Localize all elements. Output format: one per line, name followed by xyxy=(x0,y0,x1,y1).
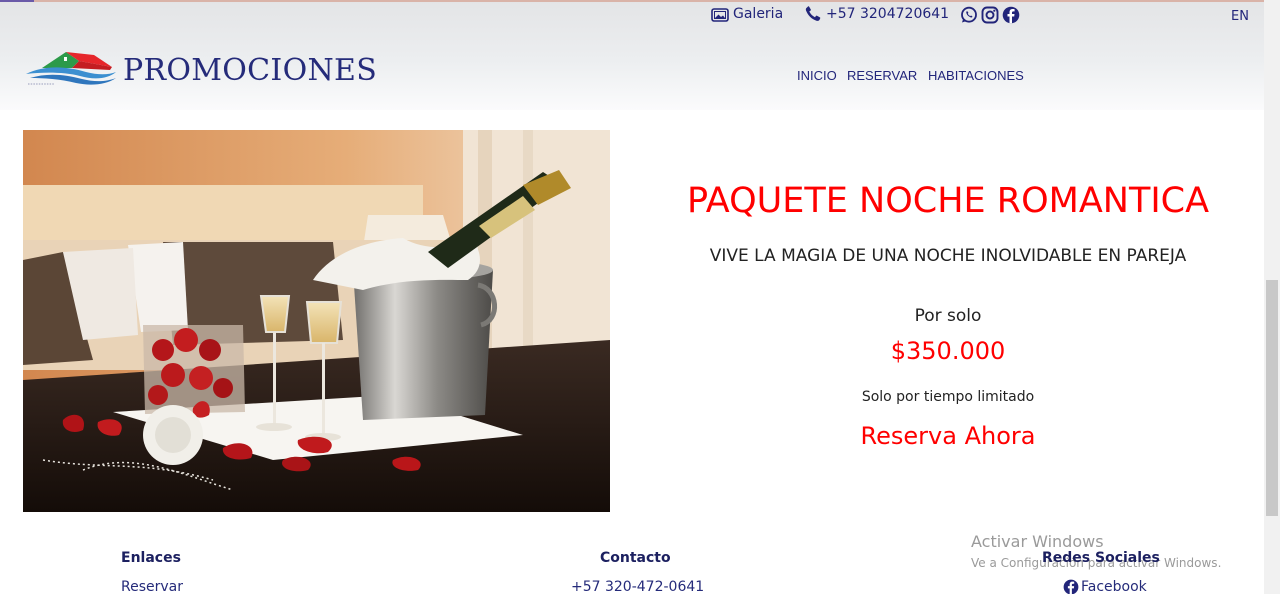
brand-name[interactable]: PROMOCIONES xyxy=(123,53,377,88)
site-header: Galeria +57 3204720641 EN PROMOCIONES IN… xyxy=(0,0,1264,110)
nav-reservar[interactable]: RESERVAR xyxy=(847,68,917,83)
promociones-logo-icon[interactable] xyxy=(24,48,118,88)
promo-title: PAQUETE NOCHE ROMANTICA xyxy=(686,181,1210,221)
phone-link[interactable]: +57 3204720641 xyxy=(804,6,949,22)
footer-facebook-label: Facebook xyxy=(1081,579,1147,594)
scrollbar-thumb[interactable] xyxy=(1266,280,1278,516)
nav-inicio[interactable]: INICIO xyxy=(797,68,837,83)
limited-time-note: Solo por tiempo limitado xyxy=(861,389,1035,405)
facebook-icon xyxy=(1063,579,1079,594)
footer-link-reservar[interactable]: Reservar xyxy=(121,579,183,594)
page-scrollbar[interactable] xyxy=(1264,0,1280,594)
whatsapp-icon[interactable] xyxy=(960,6,978,24)
phone-icon xyxy=(805,6,821,21)
top-border xyxy=(0,0,1264,2)
promo-subtitle: VIVE LA MAGIA DE UNA NOCHE INOLVIDABLE E… xyxy=(709,246,1187,266)
footer-contact-phone[interactable]: +57 320-472-0641 xyxy=(571,579,704,594)
gallery-label: Galeria xyxy=(733,6,784,22)
footer-social-heading: Redes Sociales xyxy=(1042,550,1160,566)
price-prefix: Por solo xyxy=(914,306,982,326)
nav-habitaciones[interactable]: HABITACIONES xyxy=(928,68,1024,83)
gallery-icon xyxy=(711,7,729,22)
windows-watermark-title: Activar Windows xyxy=(971,532,1104,551)
reserve-now-link[interactable]: Reserva Ahora xyxy=(640,422,1256,450)
top-border-accent xyxy=(0,0,34,2)
gallery-link[interactable]: Galeria xyxy=(711,6,783,22)
phone-label: +57 3204720641 xyxy=(826,6,950,22)
footer-facebook-link[interactable]: Facebook xyxy=(1063,579,1147,594)
footer-contact-heading: Contacto xyxy=(600,550,671,566)
footer-links-heading: Enlaces xyxy=(121,550,181,566)
instagram-icon[interactable] xyxy=(981,6,999,24)
promo-price: $350.000 xyxy=(890,337,1006,365)
facebook-icon[interactable] xyxy=(1002,6,1020,24)
romantic-package-image xyxy=(23,130,610,512)
language-switch[interactable]: EN xyxy=(1231,9,1249,24)
social-icons xyxy=(960,6,1020,24)
